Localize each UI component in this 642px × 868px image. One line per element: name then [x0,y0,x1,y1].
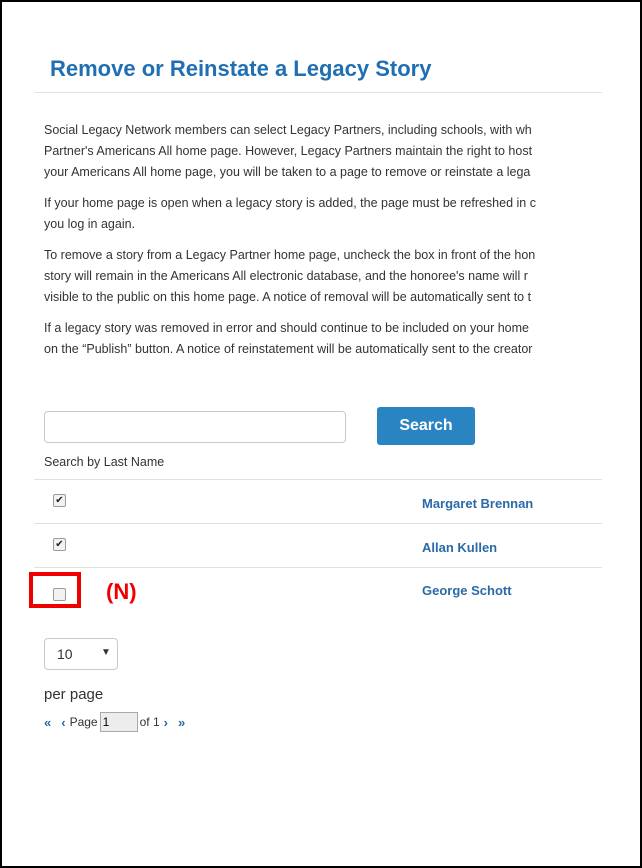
per-page-select[interactable]: 10 ▼ [44,638,118,670]
paragraph-4: If a legacy story was removed in error a… [44,318,640,360]
next-page-icon[interactable]: › [164,715,168,730]
paragraph-2-line-1: If your home page is open when a legacy … [44,196,536,210]
paragraph-1-line-1: Social Legacy Network members can select… [44,123,532,137]
story-row: ✔ Margaret Brennan [34,479,602,524]
paragraph-3-line-1: To remove a story from a Legacy Partner … [44,248,536,262]
paragraph-4-line-1: If a legacy story was removed in error a… [44,321,529,335]
story-checkbox[interactable]: ✔ [53,538,66,551]
honoree-name-link[interactable]: Margaret Brennan [422,496,533,511]
story-checkbox[interactable]: ✔ [53,494,66,507]
page-count: of 1 [139,715,160,729]
per-page-value: 10 [57,646,73,662]
first-page-icon[interactable]: « [44,715,51,730]
page-title: Remove or Reinstate a Legacy Story [50,56,432,81]
paragraph-2: If your home page is open when a legacy … [44,193,640,235]
page-frame: Remove or Reinstate a Legacy Story Socia… [0,0,642,868]
paragraph-2-line-2: you log in again. [44,217,136,231]
per-page-label: per page [44,686,104,703]
pagination: « ‹ Page of 1 › » [44,711,185,733]
paragraph-3: To remove a story from a Legacy Partner … [44,245,640,308]
honoree-name-link[interactable]: George Schott [422,583,512,598]
paragraph-1: Social Legacy Network members can select… [44,120,640,183]
instructions: Social Legacy Network members can select… [44,120,640,370]
page-number-input[interactable] [99,712,138,732]
title-divider [34,92,602,93]
prev-page-icon[interactable]: ‹ [61,715,65,730]
annotation-label: (N) [106,579,137,604]
page-word: Page [69,715,98,729]
honoree-name-link[interactable]: Allan Kullen [422,540,497,555]
search-button[interactable]: Search [377,407,475,445]
search-hint: Search by Last Name [44,455,165,469]
last-page-icon[interactable]: » [178,715,185,730]
paragraph-3-line-3: visible to the public on this home page.… [44,290,532,304]
paragraph-1-line-3: your Americans All home page, you will b… [44,165,531,179]
search-input[interactable] [44,411,346,443]
paragraph-1-line-2: Partner's Americans All home page. Howev… [44,144,533,158]
paragraph-3-line-2: story will remain in the Americans All e… [44,269,528,283]
caret-down-icon: ▼ [101,647,111,658]
paragraph-4-line-2: on the “Publish” button. A notice of rei… [44,342,533,356]
annotation-highlight-box [29,572,81,608]
story-row: ✔ Allan Kullen [34,523,602,568]
